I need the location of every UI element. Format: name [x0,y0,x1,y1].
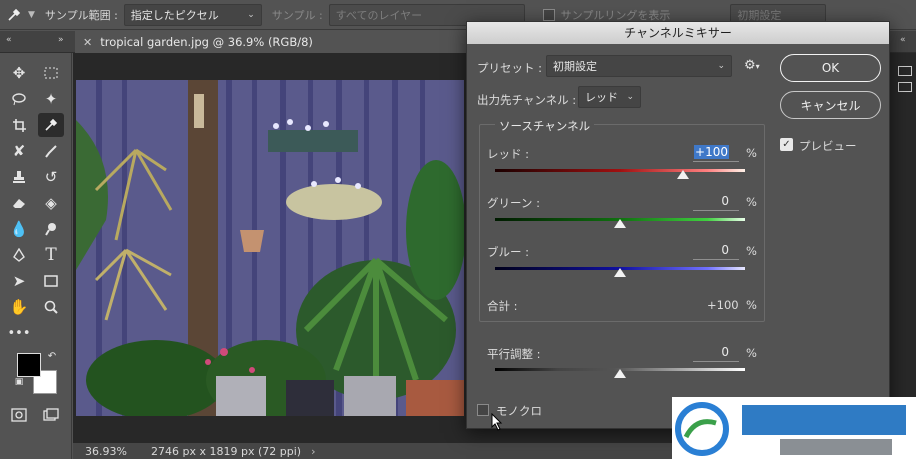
toolbar: ✥ ✦ ✘ ↺ ◈ 💧 T ➤ ✋ ••• ↶ ▣ [0,53,72,459]
marquee-icon[interactable] [38,61,64,85]
document-tab[interactable]: ✕ tropical garden.jpg @ 36.9% (RGB/8) [75,31,475,53]
panel-icon[interactable] [898,82,912,92]
document-info: 2746 px x 1819 px (72 ppi) [151,444,302,458]
output-channel-value: レッド [585,91,618,104]
chevron-down-icon: ⌄ [717,61,725,71]
chevron-down-icon[interactable]: ▼ [28,10,35,20]
sample-range-label: サンプル範囲 : [44,8,118,22]
green-percent: % [746,195,757,209]
chevron-down-icon: ⌄ [626,92,634,102]
green-slider-thumb[interactable] [614,219,626,228]
monochrome-checkbox[interactable] [477,404,489,416]
green-value-field[interactable]: 0 [693,193,739,211]
blue-slider-thumb[interactable] [614,268,626,277]
crop-icon[interactable] [6,113,32,137]
preview-checkbox[interactable]: ✓ [780,138,793,151]
red-slider-thumb[interactable] [676,170,689,179]
more-icon[interactable]: ••• [6,321,32,345]
collapse-left-icon[interactable]: « [6,35,12,45]
chevron-down-icon: ⌄ [247,9,255,20]
magic-wand-icon[interactable]: ✦ [38,87,64,111]
ok-label: OK [821,61,840,75]
blue-percent: % [746,244,757,258]
collapse-right-icon[interactable]: » [58,35,64,45]
move-icon[interactable]: ✥ [6,61,32,85]
blue-label: ブルー : [487,245,530,259]
preview-label: プレビュー [799,139,857,153]
red-percent: % [746,146,757,160]
gear-icon[interactable]: ⚙▾ [744,58,760,73]
constant-value-field[interactable]: 0 [693,344,739,362]
healing-icon[interactable]: ✘ [6,139,32,163]
quick-mask-icon[interactable] [6,403,32,427]
red-label: レッド : [487,147,530,161]
output-channel-dropdown[interactable]: レッド ⌄ [578,86,641,108]
blue-value-field[interactable]: 0 [693,242,739,260]
document-tab-title: tropical garden.jpg @ 36.9% (RGB/8) [100,35,313,49]
cancel-button[interactable]: キャンセル [780,91,881,119]
dialog-title: チャンネルミキサー [467,22,889,44]
green-label: グリーン : [487,196,540,210]
rectangle-icon[interactable] [38,269,64,293]
blue-value: 0 [721,243,729,257]
constant-value: 0 [721,345,729,359]
mouse-cursor [491,412,503,434]
eraser-icon[interactable] [6,191,32,215]
sample-range-value: 指定したピクセル [130,8,219,22]
sample-layers-value: すべてのレイヤー [335,8,423,22]
red-value-field[interactable]: +100 [693,144,739,162]
panel-icon-strip [896,64,916,94]
screen-mode-icon[interactable] [38,403,64,427]
blur-icon[interactable]: 💧 [6,217,32,241]
watermark-logo [672,397,916,459]
default-colors-icon[interactable]: ▣ [12,375,26,389]
sample-range-dropdown[interactable]: 指定したピクセル ⌄ [123,3,262,26]
red-slider-track[interactable] [495,169,745,172]
swap-colors-icon[interactable]: ↶ [44,349,60,363]
brush-icon[interactable] [38,139,64,163]
constant-slider-thumb[interactable] [614,369,626,378]
cancel-label: キャンセル [800,98,861,113]
constant-label: 平行調整 : [487,347,541,361]
preset-dropdown[interactable]: 初期設定 ⌄ [546,55,732,77]
show-ring-checkbox[interactable] [542,8,555,21]
zoom-level[interactable]: 36.93% [85,445,151,458]
ok-button[interactable]: OK [780,54,881,82]
total-percent: % [746,298,757,312]
foreground-color-swatch[interactable] [17,353,41,377]
total-value: +100 [707,298,739,312]
channel-mixer-dialog: チャンネルミキサー プリセット : 初期設定 ⌄ ⚙▾ 出力先チャンネル : レ… [466,21,890,429]
close-icon[interactable]: ✕ [83,36,92,49]
panel-collapse-icon[interactable]: « [900,35,906,45]
path-select-icon[interactable]: ➤ [6,269,32,293]
sample-label: サンプル : [271,8,323,22]
type-icon[interactable]: T [38,243,64,267]
history-brush-icon[interactable]: ↺ [38,165,64,189]
green-value: 0 [721,194,729,208]
lasso-icon[interactable] [6,87,32,111]
red-value: +100 [694,145,729,159]
output-channel-label: 出力先チャンネル : [477,93,577,107]
source-channels-label: ソースチャンネル [495,118,595,134]
eyedropper-tool-icon[interactable] [38,113,64,137]
panel-icon[interactable] [898,66,912,76]
eyedropper-icon[interactable] [0,0,28,30]
total-label: 合計 : [487,299,518,313]
document-image[interactable] [76,80,464,416]
status-menu-icon[interactable]: › [311,445,315,458]
preset-label: プリセット : [477,61,543,75]
pen-icon[interactable] [6,243,32,267]
preset-value: 初期設定 [553,60,597,73]
hand-icon[interactable]: ✋ [6,295,32,319]
constant-percent: % [746,346,757,360]
dodge-icon[interactable] [38,217,64,241]
stamp-icon[interactable] [6,165,32,189]
bucket-icon[interactable]: ◈ [38,191,64,215]
zoom-icon[interactable] [38,295,64,319]
